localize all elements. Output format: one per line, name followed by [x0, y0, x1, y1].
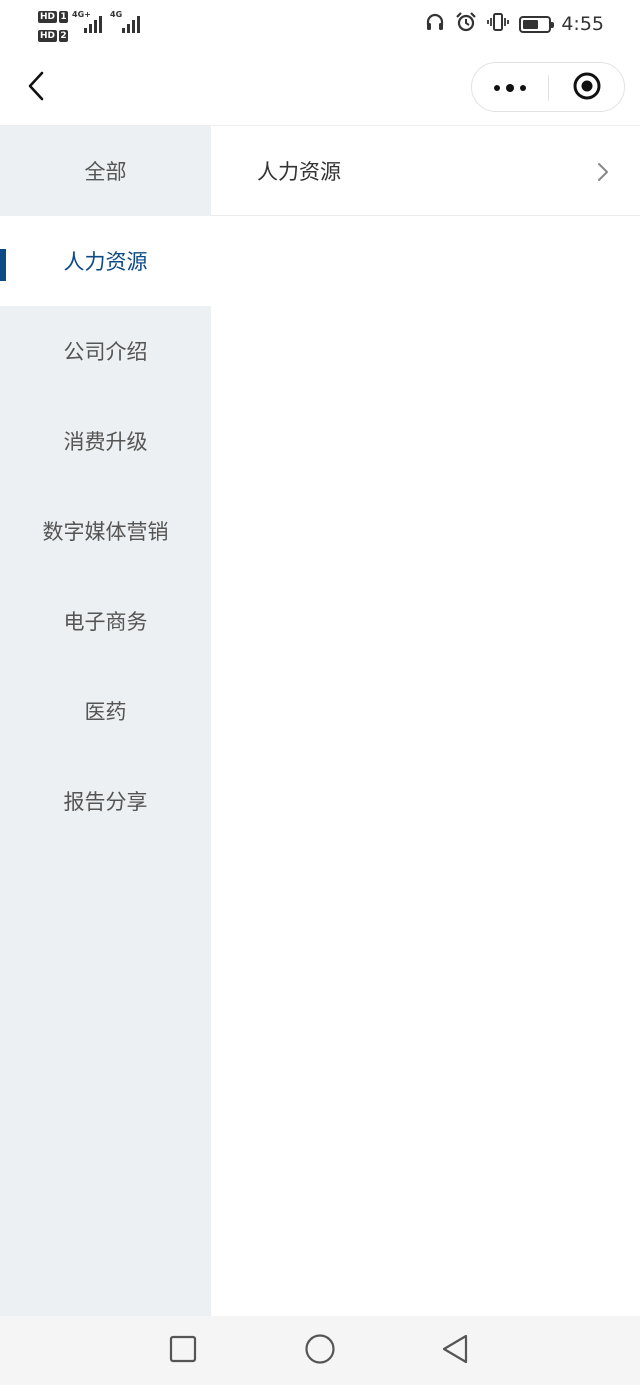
headphones-icon — [425, 12, 445, 36]
category-item-ecommerce[interactable]: 电子商务 — [0, 576, 211, 666]
more-dots-icon — [494, 84, 526, 92]
sim-indicators: HD 1 HD 2 — [38, 9, 69, 47]
category-label: 电子商务 — [63, 610, 148, 634]
battery-icon — [519, 15, 555, 33]
triangle-back-icon — [440, 1333, 470, 1369]
category-item-consumer-upgrade[interactable]: 消费升级 — [0, 396, 211, 486]
hd-badge-2: HD — [38, 30, 58, 42]
system-back-button[interactable] — [437, 1333, 473, 1369]
mini-program-capsule — [471, 62, 625, 112]
sim-number-2: 2 — [59, 30, 69, 42]
category-item-digital-media-marketing[interactable]: 数字媒体营销 — [0, 486, 211, 576]
alarm-icon — [455, 11, 477, 37]
more-button[interactable] — [490, 75, 530, 101]
hd-badge-1: HD — [38, 11, 58, 23]
nav-bar — [0, 50, 640, 126]
category-item-company-intro[interactable]: 公司介绍 — [0, 306, 211, 396]
subcategory-panel: 人力资源 — [211, 126, 640, 1316]
category-label: 全部 — [84, 160, 127, 184]
network-type-2: 4G — [110, 10, 123, 19]
capsule-divider — [548, 75, 549, 101]
status-bar: HD 1 HD 2 4G+ 4G 4:55 — [0, 0, 640, 50]
back-arrow-icon — [26, 70, 46, 106]
category-label: 医药 — [84, 700, 127, 724]
status-right: 4:55 — [425, 10, 604, 38]
sim-number-1: 1 — [59, 11, 69, 23]
active-indicator — [0, 249, 6, 281]
signal-bars-1-icon — [84, 15, 106, 33]
back-button[interactable] — [18, 68, 54, 108]
close-program-button[interactable] — [572, 71, 602, 105]
category-item-human-resources[interactable]: 人力资源 — [0, 216, 211, 306]
vibrate-icon — [487, 11, 510, 37]
category-label: 消费升级 — [63, 430, 148, 454]
circle-home-icon — [304, 1333, 336, 1369]
category-label: 人力资源 — [63, 250, 148, 274]
square-recent-icon — [169, 1335, 197, 1367]
category-label: 数字媒体营销 — [42, 520, 169, 544]
category-item-report-sharing[interactable]: 报告分享 — [0, 756, 211, 846]
category-label: 报告分享 — [63, 790, 148, 814]
signal-bars-2-icon — [122, 15, 144, 33]
chevron-right-icon — [597, 162, 609, 186]
home-button[interactable] — [302, 1333, 338, 1369]
category-item-medicine[interactable]: 医药 — [0, 666, 211, 756]
recent-apps-button[interactable] — [165, 1333, 201, 1369]
subcategory-row[interactable]: 人力资源 — [211, 126, 640, 216]
category-item-all[interactable]: 全部 — [0, 126, 211, 216]
subcategory-label: 人力资源 — [257, 159, 341, 184]
category-label: 公司介绍 — [63, 340, 148, 364]
system-navigation-bar — [0, 1316, 640, 1385]
category-sidebar: 全部 人力资源 公司介绍 消费升级 数字媒体营销 电子商务 医药 报告分享 — [0, 126, 211, 1316]
target-circle-icon — [572, 71, 602, 105]
clock-time: 4:55 — [561, 13, 604, 35]
